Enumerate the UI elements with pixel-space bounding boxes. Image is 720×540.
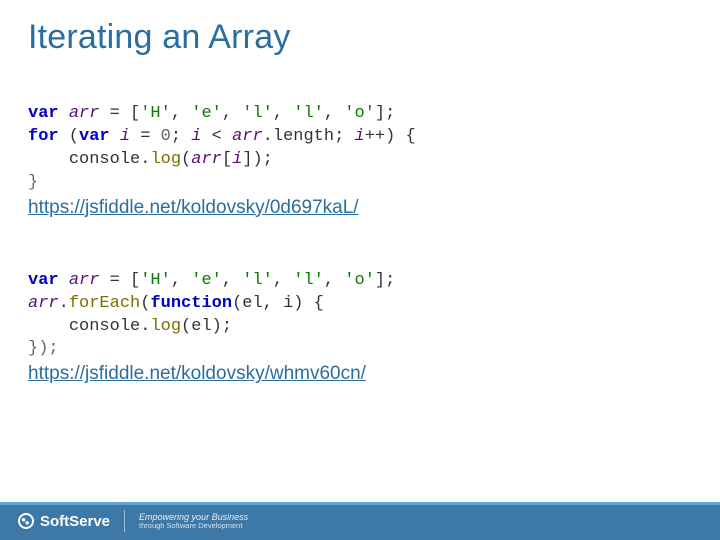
string: 'l' [293,271,324,290]
text: . [140,150,150,169]
keyword: var [28,271,59,290]
text: , [324,104,344,123]
text: ; [171,127,191,146]
text: console [69,317,140,336]
text: [ [222,150,232,169]
string: 'o' [344,104,375,123]
text: (el); [181,317,232,336]
text: ++) { [365,127,416,146]
code-block-foreach: var arr = ['H', 'e', 'l', 'l', 'o']; arr… [28,247,692,362]
brace: }); [28,339,59,358]
text: ( [181,150,191,169]
text: , [171,104,191,123]
tagline-line-2: through Software Development [139,522,248,531]
text: (el, i) { [232,294,324,313]
string: 'l' [242,104,273,123]
keyword: var [28,104,59,123]
function: forEach [69,294,140,313]
brand-name: SoftServe [40,513,110,530]
text: ]; [375,271,395,290]
string: 'e' [191,271,222,290]
text: , [273,271,293,290]
keyword: var [79,127,110,146]
function: log [150,150,181,169]
identifier: i [120,127,130,146]
content-area: var arr = ['H', 'e', 'l', 'l', 'o']; for… [28,80,692,407]
string: 'o' [344,271,375,290]
text: . [140,317,150,336]
brace: } [28,173,38,192]
text: , [222,271,242,290]
string: 'l' [242,271,273,290]
identifier: arr [232,127,263,146]
text: , [273,104,293,123]
indent [28,317,69,336]
text: < [201,127,232,146]
identifier: i [191,127,201,146]
identifier: i [232,150,242,169]
identifier: arr [28,294,59,313]
code-block-for-loop: var arr = ['H', 'e', 'l', 'l', 'o']; for… [28,80,692,195]
footer-divider [124,510,125,532]
string: 'l' [293,104,324,123]
keyword: for [28,127,59,146]
function: log [150,317,181,336]
text: console [69,150,140,169]
text: . [263,127,273,146]
string: 'H' [140,104,171,123]
footer-accent [0,502,720,505]
logo-icon [18,513,34,529]
identifier: arr [69,271,100,290]
text: , [222,104,242,123]
indent [28,150,69,169]
text: ; [334,127,354,146]
text: ( [59,127,79,146]
footer-tagline: Empowering your Business through Softwar… [139,512,248,531]
string: 'e' [191,104,222,123]
number: 0 [161,127,171,146]
keyword: function [150,294,232,313]
identifier: arr [69,104,100,123]
text: = [ [99,104,140,123]
brand-logo: SoftServe [18,513,110,530]
text: ]); [242,150,273,169]
text: length [273,127,334,146]
text [110,127,120,146]
text: = [ [99,271,140,290]
jsfiddle-link-foreach[interactable]: https://jsfiddle.net/koldovsky/whmv60cn/ [28,363,692,385]
text: ]; [375,104,395,123]
text: , [324,271,344,290]
identifier: arr [191,150,222,169]
text: ( [140,294,150,313]
identifier: i [355,127,365,146]
string: 'H' [140,271,171,290]
slide: Iterating an Array var arr = ['H', 'e', … [0,0,720,540]
jsfiddle-link-for-loop[interactable]: https://jsfiddle.net/koldovsky/0d697kaL/ [28,197,692,219]
text: . [59,294,69,313]
footer-bar: SoftServe Empowering your Business throu… [0,502,720,540]
page-title: Iterating an Array [28,18,291,57]
text: = [130,127,161,146]
text: , [171,271,191,290]
